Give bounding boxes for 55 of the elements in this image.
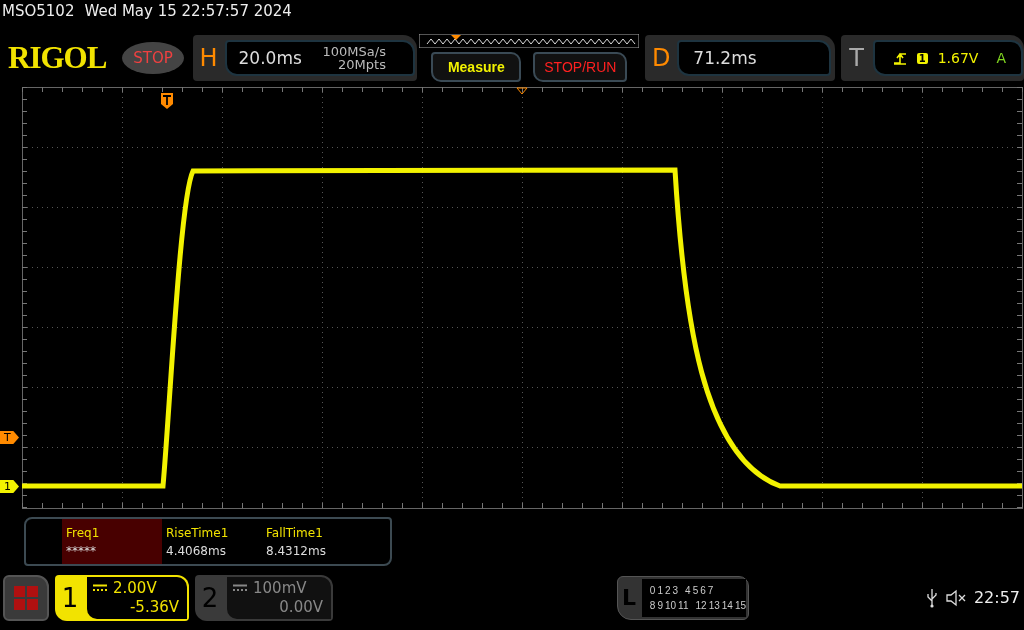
measurement-name: RiseTime1 bbox=[166, 525, 230, 540]
logic-channel-number: 15 bbox=[734, 599, 746, 611]
logic-channel-number: 11 bbox=[678, 599, 689, 611]
trigger-label: T bbox=[848, 44, 865, 72]
measurement-value: ***** bbox=[66, 543, 97, 558]
run-status-badge: STOP bbox=[122, 42, 184, 74]
channel-marker[interactable]: 1 bbox=[0, 480, 19, 493]
logic-channel-number: 2 bbox=[665, 584, 671, 596]
channel-offset: -5.36V bbox=[129, 597, 179, 617]
logic-channel-number: 3 bbox=[672, 584, 679, 596]
logic-channel-number: 1 bbox=[657, 584, 663, 596]
trigger-level: 1.67V bbox=[937, 50, 979, 66]
date-time: Wed May 15 22:57:57 2024 bbox=[84, 2, 292, 20]
logic-channel-number: 12 bbox=[695, 599, 707, 611]
channel-panel[interactable]: 2 100mV 0.00V bbox=[195, 574, 333, 621]
horizontal-panel[interactable]: H 20.0ms 100MSa/s 20Mpts bbox=[192, 35, 418, 81]
logic-channel-number: 6 bbox=[700, 584, 706, 596]
trigger-mode: A bbox=[996, 50, 1006, 66]
measurement-item[interactable]: Freq1 ***** bbox=[62, 519, 162, 564]
channel-scale: 2.00V bbox=[113, 578, 157, 598]
logic-channel-number: 13 bbox=[708, 599, 720, 611]
channel-scale: 100mV bbox=[253, 578, 307, 598]
logic-channel-number: 4 bbox=[685, 584, 691, 596]
measurement-name: Freq1 bbox=[66, 525, 101, 540]
channel-offset: 0.00V bbox=[279, 597, 323, 617]
brand-logo: RIGOL bbox=[8, 40, 108, 76]
measurement-value: 8.4312ms bbox=[266, 543, 327, 558]
logic-channel-number: 8 bbox=[649, 599, 656, 611]
timebase-value: 20.0ms bbox=[238, 48, 303, 68]
logic-channel-number: 9 bbox=[657, 599, 663, 611]
channel-panel[interactable]: 1 2.00V -5.36V bbox=[55, 574, 189, 621]
clock-time: 22:57 bbox=[973, 588, 1020, 607]
channel-number: 2 bbox=[200, 581, 220, 615]
logic-channel-number: 10 bbox=[665, 599, 677, 611]
model-name: MSO5102 bbox=[2, 2, 75, 20]
trigger-source-badge: 1 bbox=[916, 52, 928, 64]
measurement-item[interactable]: RiseTime1 4.4068ms bbox=[162, 519, 262, 564]
delay-panel[interactable]: D 71.2ms bbox=[645, 35, 835, 81]
measurement-name: FallTime1 bbox=[266, 525, 324, 540]
measure-button[interactable]: Measure bbox=[431, 52, 522, 82]
sample-rate: 100MSa/s bbox=[322, 45, 386, 58]
stop-run-button[interactable]: STOP/RUN bbox=[533, 52, 628, 82]
logic-channel-number: 0 bbox=[649, 584, 656, 596]
logic-channel-number: 14 bbox=[721, 599, 733, 611]
measurement-item[interactable]: FallTime1 8.4312ms bbox=[262, 519, 362, 564]
delay-label: D bbox=[651, 44, 672, 72]
memory-depth: 20Mpts bbox=[338, 58, 386, 71]
horizontal-label: H bbox=[198, 44, 219, 72]
trigger-level-marker[interactable]: T bbox=[0, 431, 19, 444]
measurement-value: 4.4068ms bbox=[166, 543, 227, 558]
channel-number: 1 bbox=[60, 581, 80, 615]
logic-channel-number: 5 bbox=[692, 584, 699, 596]
logic-channel-number: 7 bbox=[707, 584, 714, 596]
delay-value: 71.2ms bbox=[693, 48, 757, 68]
trigger-panel[interactable]: T 1 1.67V A bbox=[840, 35, 1024, 81]
